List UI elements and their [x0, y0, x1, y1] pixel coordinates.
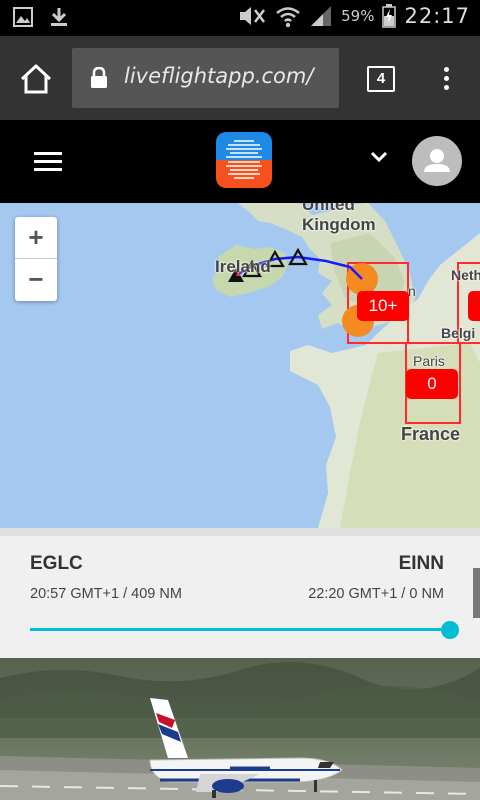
- gallery-notification-icon: [13, 7, 33, 27]
- destination-time-distance: 22:20 GMT+1 / 0 NM: [308, 586, 444, 602]
- url-text[interactable]: liveflightapp.com/: [124, 64, 313, 88]
- flight-cluster-marker-partial[interactable]: [468, 291, 480, 321]
- map-label-france: France: [401, 424, 461, 444]
- scrollbar[interactable]: [473, 568, 480, 618]
- flight-progress-track: [30, 628, 450, 631]
- flight-info-panel: EGLC EINN 20:57 GMT+1 / 409 NM 22:20 GMT…: [0, 528, 480, 658]
- avatar[interactable]: [412, 136, 462, 186]
- map-label-london: n: [408, 283, 416, 299]
- origin-airport-code: EGLC: [30, 553, 83, 574]
- app-logo[interactable]: [216, 132, 272, 188]
- browser-menu-icon[interactable]: [436, 64, 456, 94]
- flight-cluster-marker[interactable]: 0: [406, 369, 458, 399]
- map-land: [212, 203, 480, 528]
- mute-icon: [240, 7, 266, 25]
- aircraft-photo: [0, 658, 480, 800]
- signal-icon: [311, 6, 332, 26]
- map-label-ireland: Ireland: [215, 257, 271, 276]
- zoom-out-button[interactable]: −: [15, 259, 57, 301]
- clock: 22:17: [404, 4, 470, 28]
- battery-charging-icon: [382, 4, 397, 28]
- flight-map[interactable]: United Kingdom Ireland n Neth Belgi Pari…: [0, 203, 480, 528]
- download-notification-icon: [51, 8, 67, 26]
- lock-icon: [91, 67, 107, 88]
- map-label-united-kingdom: United Kingdom: [302, 203, 376, 234]
- app-header: [0, 120, 480, 203]
- hamburger-menu-icon[interactable]: [34, 152, 62, 172]
- user-icon: [424, 149, 450, 172]
- panel-divider: [0, 528, 480, 536]
- map-label-netherlands: Neth: [451, 267, 480, 283]
- battery-percent: 59%: [341, 7, 375, 25]
- browser-toolbar: liveflightapp.com/ 4: [0, 36, 480, 120]
- flight-cluster-marker[interactable]: 10+: [357, 291, 409, 321]
- address-bar[interactable]: liveflightapp.com/: [72, 48, 339, 108]
- zoom-control: + −: [15, 217, 57, 301]
- map-label-belgium: Belgi: [441, 325, 476, 341]
- status-bar: 59% 22:17: [0, 0, 480, 36]
- wifi-icon: [276, 7, 300, 28]
- origin-time-distance: 20:57 GMT+1 / 409 NM: [30, 586, 182, 602]
- home-icon[interactable]: [18, 61, 54, 97]
- destination-airport-code: EINN: [398, 553, 444, 574]
- chevron-down-icon[interactable]: [370, 150, 388, 164]
- tab-switcher-button[interactable]: 4: [367, 66, 395, 92]
- flight-progress-handle[interactable]: [441, 621, 459, 639]
- zoom-in-button[interactable]: +: [15, 217, 57, 259]
- map-label-paris: Paris: [413, 353, 445, 369]
